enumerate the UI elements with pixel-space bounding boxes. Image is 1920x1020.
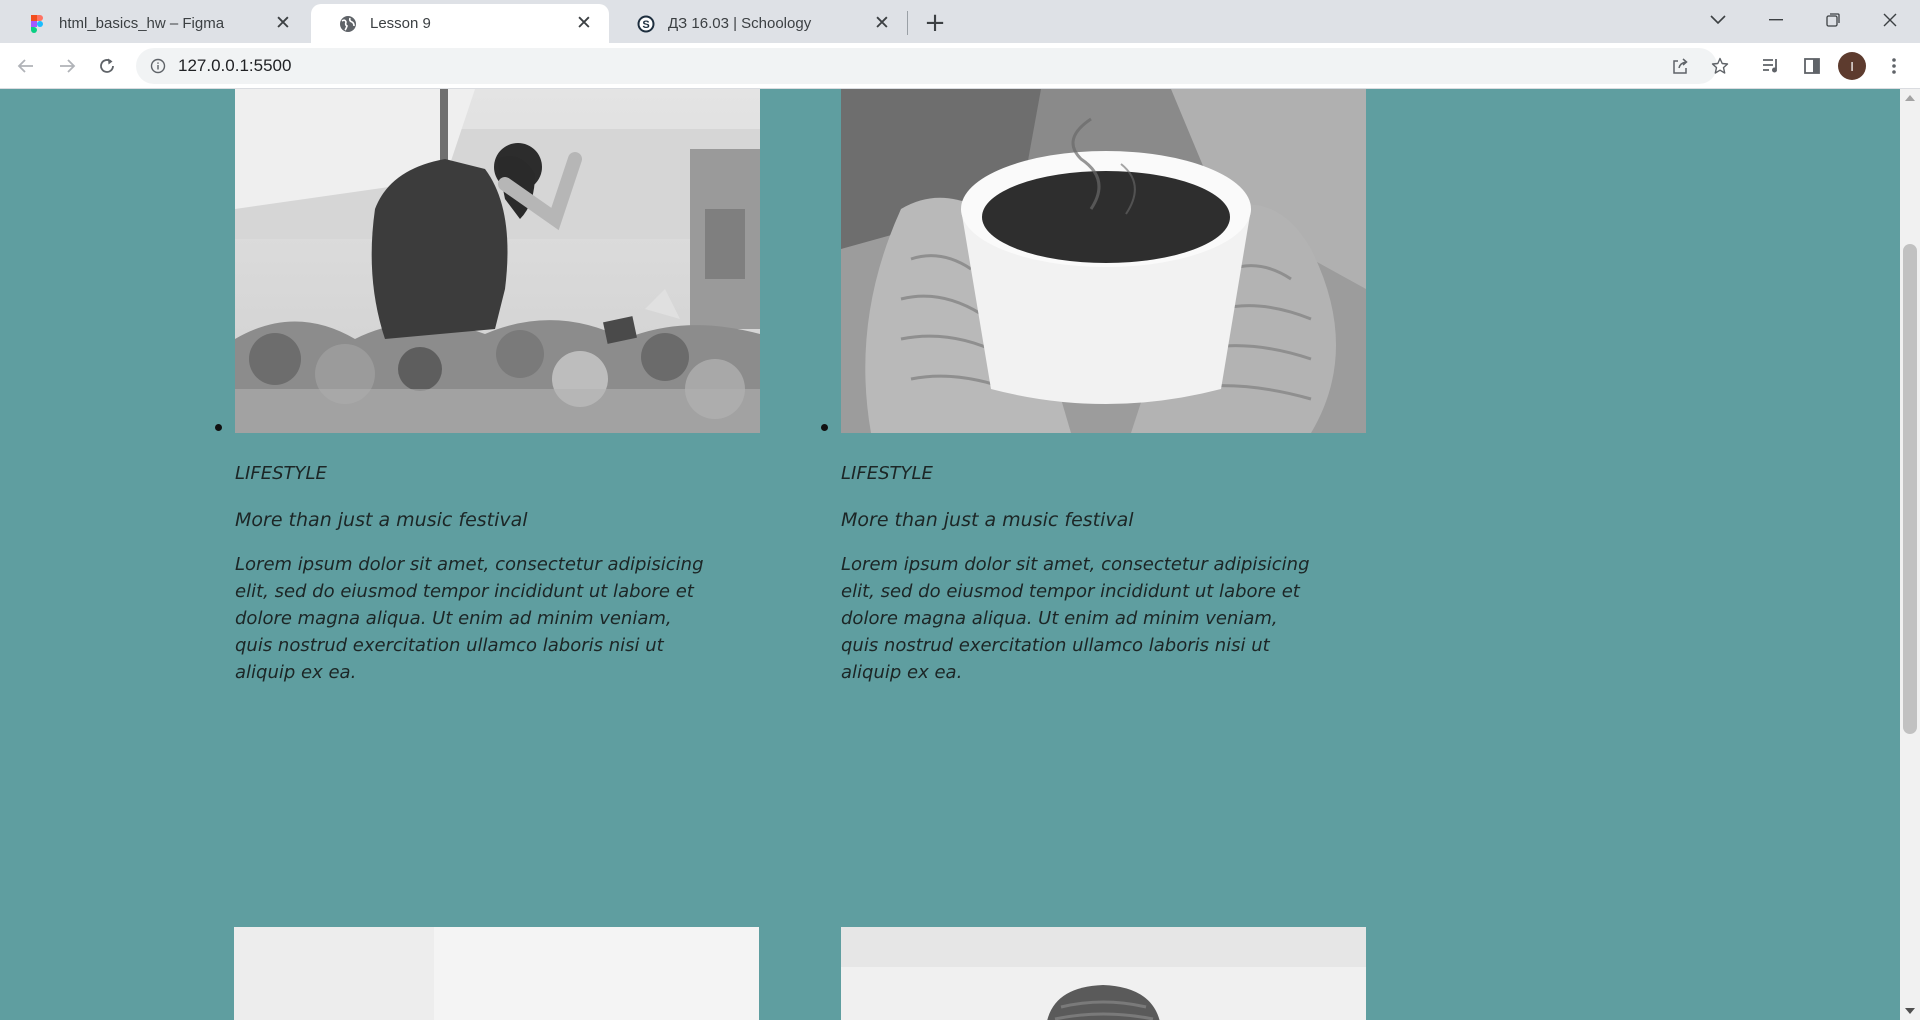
bookmark-star-icon[interactable] [1704,50,1736,82]
more-menu-icon[interactable] [1878,50,1910,82]
card-title: More than just a music festival [841,509,1134,531]
minimize-button[interactable] [1748,0,1804,40]
card-body: Lorem ipsum dolor sit amet, consectetur … [235,554,704,683]
close-window-button[interactable] [1862,0,1918,40]
scrollbar-thumb[interactable] [1903,244,1917,734]
profile-initial: I [1850,58,1854,74]
card-body: Lorem ipsum dolor sit amet, consectetur … [841,554,1310,683]
forward-button[interactable] [51,50,83,82]
page-scrollbar[interactable] [1900,89,1920,1020]
snowy-photo [234,927,759,1020]
url-text[interactable]: 127.0.0.1:5500 [178,48,291,84]
side-panel-icon[interactable] [1796,50,1828,82]
scroll-down-arrow-icon[interactable] [1900,1004,1920,1018]
tab-strip: html_basics_hw – Figma ✕ Lesson 9 ✕ S ДЗ… [0,0,1920,43]
media-controls-icon[interactable] [1755,50,1787,82]
close-icon[interactable]: ✕ [871,13,893,35]
tab-separator [907,11,908,35]
tab-schoology[interactable]: S ДЗ 16.03 | Schoology ✕ [609,4,907,43]
page-viewport: LIFESTYLE More than just a music festiva… [0,89,1920,1020]
scroll-up-arrow-icon[interactable] [1900,91,1920,105]
browser-toolbar: 127.0.0.1:5500 I [0,43,1920,89]
close-icon[interactable]: ✕ [272,13,294,35]
tab-title: ДЗ 16.03 | Schoology [668,15,812,32]
tab-figma[interactable]: html_basics_hw – Figma ✕ [0,4,308,43]
list-bullet [215,424,222,431]
card-text: LIFESTYLE More than just a music festiva… [841,459,1321,686]
share-icon[interactable] [1664,50,1696,82]
profile-avatar[interactable]: I [1838,52,1866,80]
schoology-icon: S [636,14,656,34]
svg-text:S: S [642,19,649,31]
card-title: More than just a music festival [235,509,528,531]
list-bullet [821,424,828,431]
close-icon[interactable]: ✕ [573,13,595,35]
coffee-cup-photo [841,89,1366,433]
new-tab-button[interactable]: + [920,8,950,38]
card-text: LIFESTYLE More than just a music festiva… [235,459,715,686]
back-button[interactable] [10,50,42,82]
reload-button[interactable] [91,50,123,82]
restore-button[interactable] [1805,0,1861,40]
tab-title: html_basics_hw – Figma [59,15,225,32]
knit-hat-photo [841,927,1366,1020]
tab-lesson-9[interactable]: Lesson 9 ✕ [311,4,609,43]
tab-search-button[interactable] [1690,0,1746,40]
site-info-icon[interactable] [148,56,168,76]
card-category: LIFESTYLE [841,463,933,484]
figma-icon [27,14,47,34]
tab-title: Lesson 9 [370,15,431,32]
globe-icon [338,14,358,34]
address-bar[interactable]: 127.0.0.1:5500 [136,48,1729,84]
card-category: LIFESTYLE [235,463,327,484]
concert-crowd-photo [235,89,760,433]
